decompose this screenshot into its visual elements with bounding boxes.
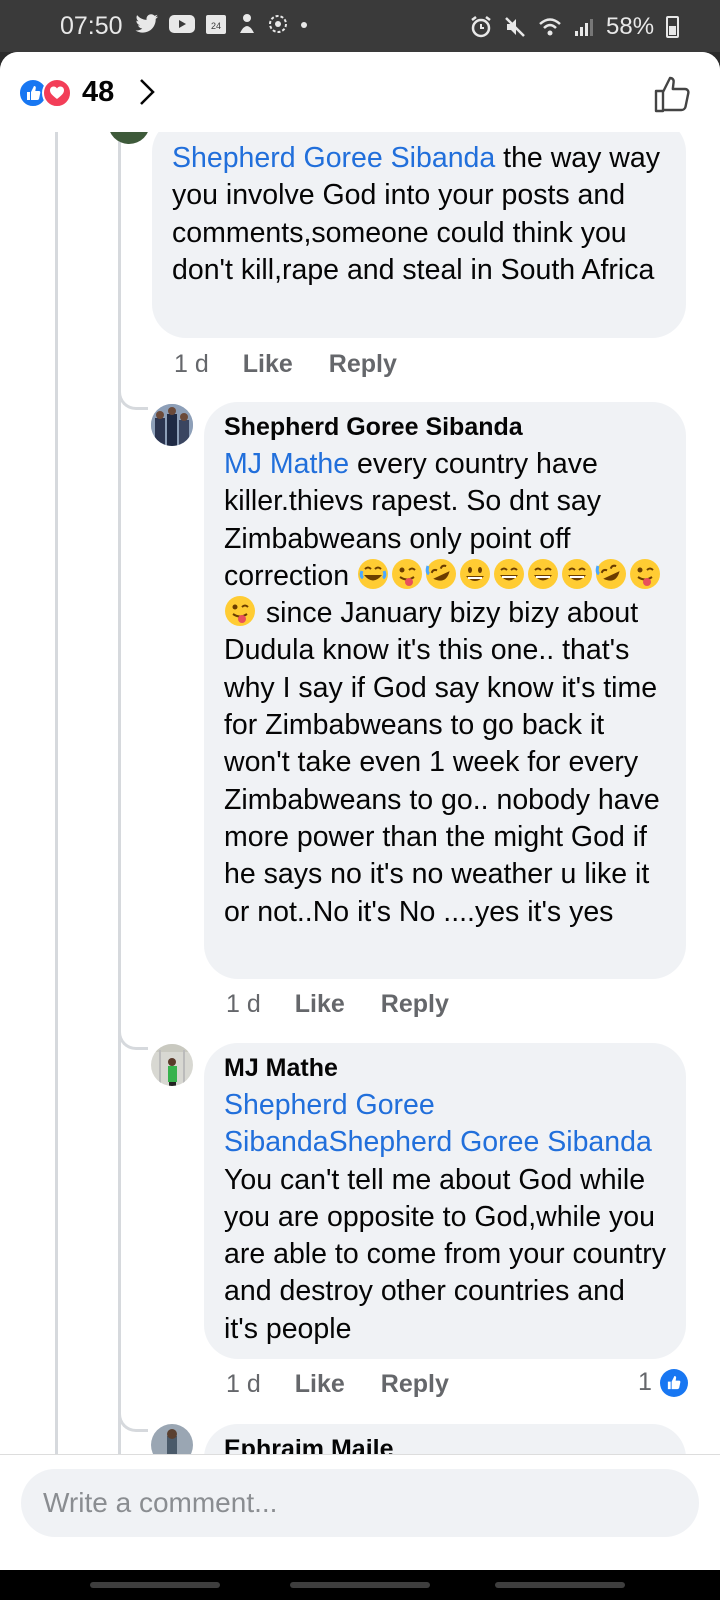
comment-like-button[interactable]: Like xyxy=(243,350,293,379)
smile-emoji-icon xyxy=(528,558,559,589)
comment-time[interactable]: 1 d xyxy=(174,350,209,379)
status-right-icons: 58% xyxy=(470,13,680,41)
settings-icon xyxy=(269,15,287,33)
alarm-icon xyxy=(471,16,491,38)
thread-connector xyxy=(118,1402,148,1432)
smile-emoji-icon xyxy=(562,558,593,589)
like-button[interactable] xyxy=(652,74,692,114)
nav-home-button[interactable] xyxy=(290,1582,430,1588)
nav-back-button[interactable] xyxy=(495,1582,625,1588)
comment-actions: 1 d Like Reply xyxy=(226,1370,449,1399)
avatar[interactable] xyxy=(151,1044,193,1086)
comment-actions: 1 d Like Reply xyxy=(226,990,449,1019)
comment-bubble: Shepherd Goree Sibanda MJ Mathe every co… xyxy=(204,402,686,979)
thread-line-inner xyxy=(118,132,121,1472)
smile-emoji-icon xyxy=(494,558,525,589)
comment-author[interactable]: MJ Mathe xyxy=(224,1053,666,1083)
dot-icon xyxy=(301,22,307,28)
mute-icon xyxy=(505,17,525,37)
mention-link[interactable]: Shepherd Goree Sibanda xyxy=(172,142,495,174)
wink-tongue-emoji-icon xyxy=(630,558,661,589)
status-time: 07:50 xyxy=(60,12,123,40)
comment-like-button[interactable]: Like xyxy=(295,990,345,1019)
status-bar: 07:50 24 58% xyxy=(0,0,720,52)
status-left-icons: 24 xyxy=(135,13,309,35)
calendar-icon: 24 xyxy=(206,15,226,34)
comment-time[interactable]: 1 d xyxy=(226,990,261,1019)
comment-reply-button[interactable]: Reply xyxy=(381,1370,449,1399)
comment-composer xyxy=(0,1454,720,1570)
comment-body: You can't tell me about God while you ar… xyxy=(224,1163,666,1345)
battery-percent: 58% xyxy=(606,13,655,40)
wifi-icon xyxy=(539,18,561,36)
comment-text: Shepherd Goree Sibanda the way way you i… xyxy=(172,140,666,289)
twitter-icon xyxy=(135,14,158,33)
comment-body: since January bizy bizy about Dudula kno… xyxy=(224,597,660,928)
nav-recent-button[interactable] xyxy=(90,1582,220,1588)
chevron-right-icon[interactable] xyxy=(136,76,158,108)
love-reaction-icon xyxy=(42,78,72,108)
svg-text:24: 24 xyxy=(211,21,221,31)
signal-icon xyxy=(575,19,593,36)
rofl-emoji-icon xyxy=(425,558,457,589)
thread-connector xyxy=(118,380,148,410)
thread-connector xyxy=(118,1020,148,1050)
joy-emoji-icon xyxy=(358,558,389,589)
reaction-count[interactable]: 48 xyxy=(82,76,114,109)
like-reaction-icon xyxy=(659,1368,688,1397)
mention-link[interactable]: Shepherd Goree xyxy=(224,1087,666,1124)
thread-line-outer xyxy=(55,132,58,1472)
avatar[interactable] xyxy=(151,404,193,446)
comment-text: Shepherd Goree SibandaShepherd Goree Siba… xyxy=(224,1087,666,1348)
comments-sheet: 48 Shepherd Goree Sibanda the way way yo… xyxy=(0,52,720,1570)
grin-emoji-icon xyxy=(460,558,491,589)
battery-icon xyxy=(666,16,680,38)
comment-reply-button[interactable]: Reply xyxy=(381,990,449,1019)
comment-bubble: MJ Mathe Shepherd Goree SibandaShepherd G… xyxy=(204,1043,686,1359)
rofl-emoji-icon xyxy=(595,558,627,589)
comment-text: MJ Mathe every country have killer.thiev… xyxy=(224,446,666,931)
comment-time[interactable]: 1 d xyxy=(226,1370,261,1399)
navigation-bar xyxy=(0,1570,720,1600)
youtube-icon xyxy=(169,15,195,33)
reactions-header: 48 xyxy=(0,52,720,132)
comment-bubble: Shepherd Goree Sibanda the way way you i… xyxy=(152,118,686,338)
reaction-summary[interactable] xyxy=(18,78,78,108)
mention-link[interactable]: MJ Mathe xyxy=(224,448,349,480)
mention-link[interactable]: SibandaShepherd Goree Sibanda xyxy=(224,1124,666,1161)
comment-input[interactable] xyxy=(21,1469,699,1537)
comment-author[interactable]: Shepherd Goree Sibanda xyxy=(224,412,666,442)
wink-tongue-emoji-icon xyxy=(225,596,255,627)
comment-like-button[interactable]: Like xyxy=(295,1370,345,1399)
comment-thread: Shepherd Goree Sibanda the way way you i… xyxy=(0,102,720,1544)
comment-actions: 1 d Like Reply xyxy=(174,350,397,379)
comment-reaction-number: 1 xyxy=(638,1368,652,1396)
wink-tongue-emoji-icon xyxy=(392,558,423,589)
comment-reaction-count[interactable]: 1 xyxy=(638,1368,688,1397)
comment-reply-button[interactable]: Reply xyxy=(329,350,397,379)
notification-icon xyxy=(240,14,254,33)
